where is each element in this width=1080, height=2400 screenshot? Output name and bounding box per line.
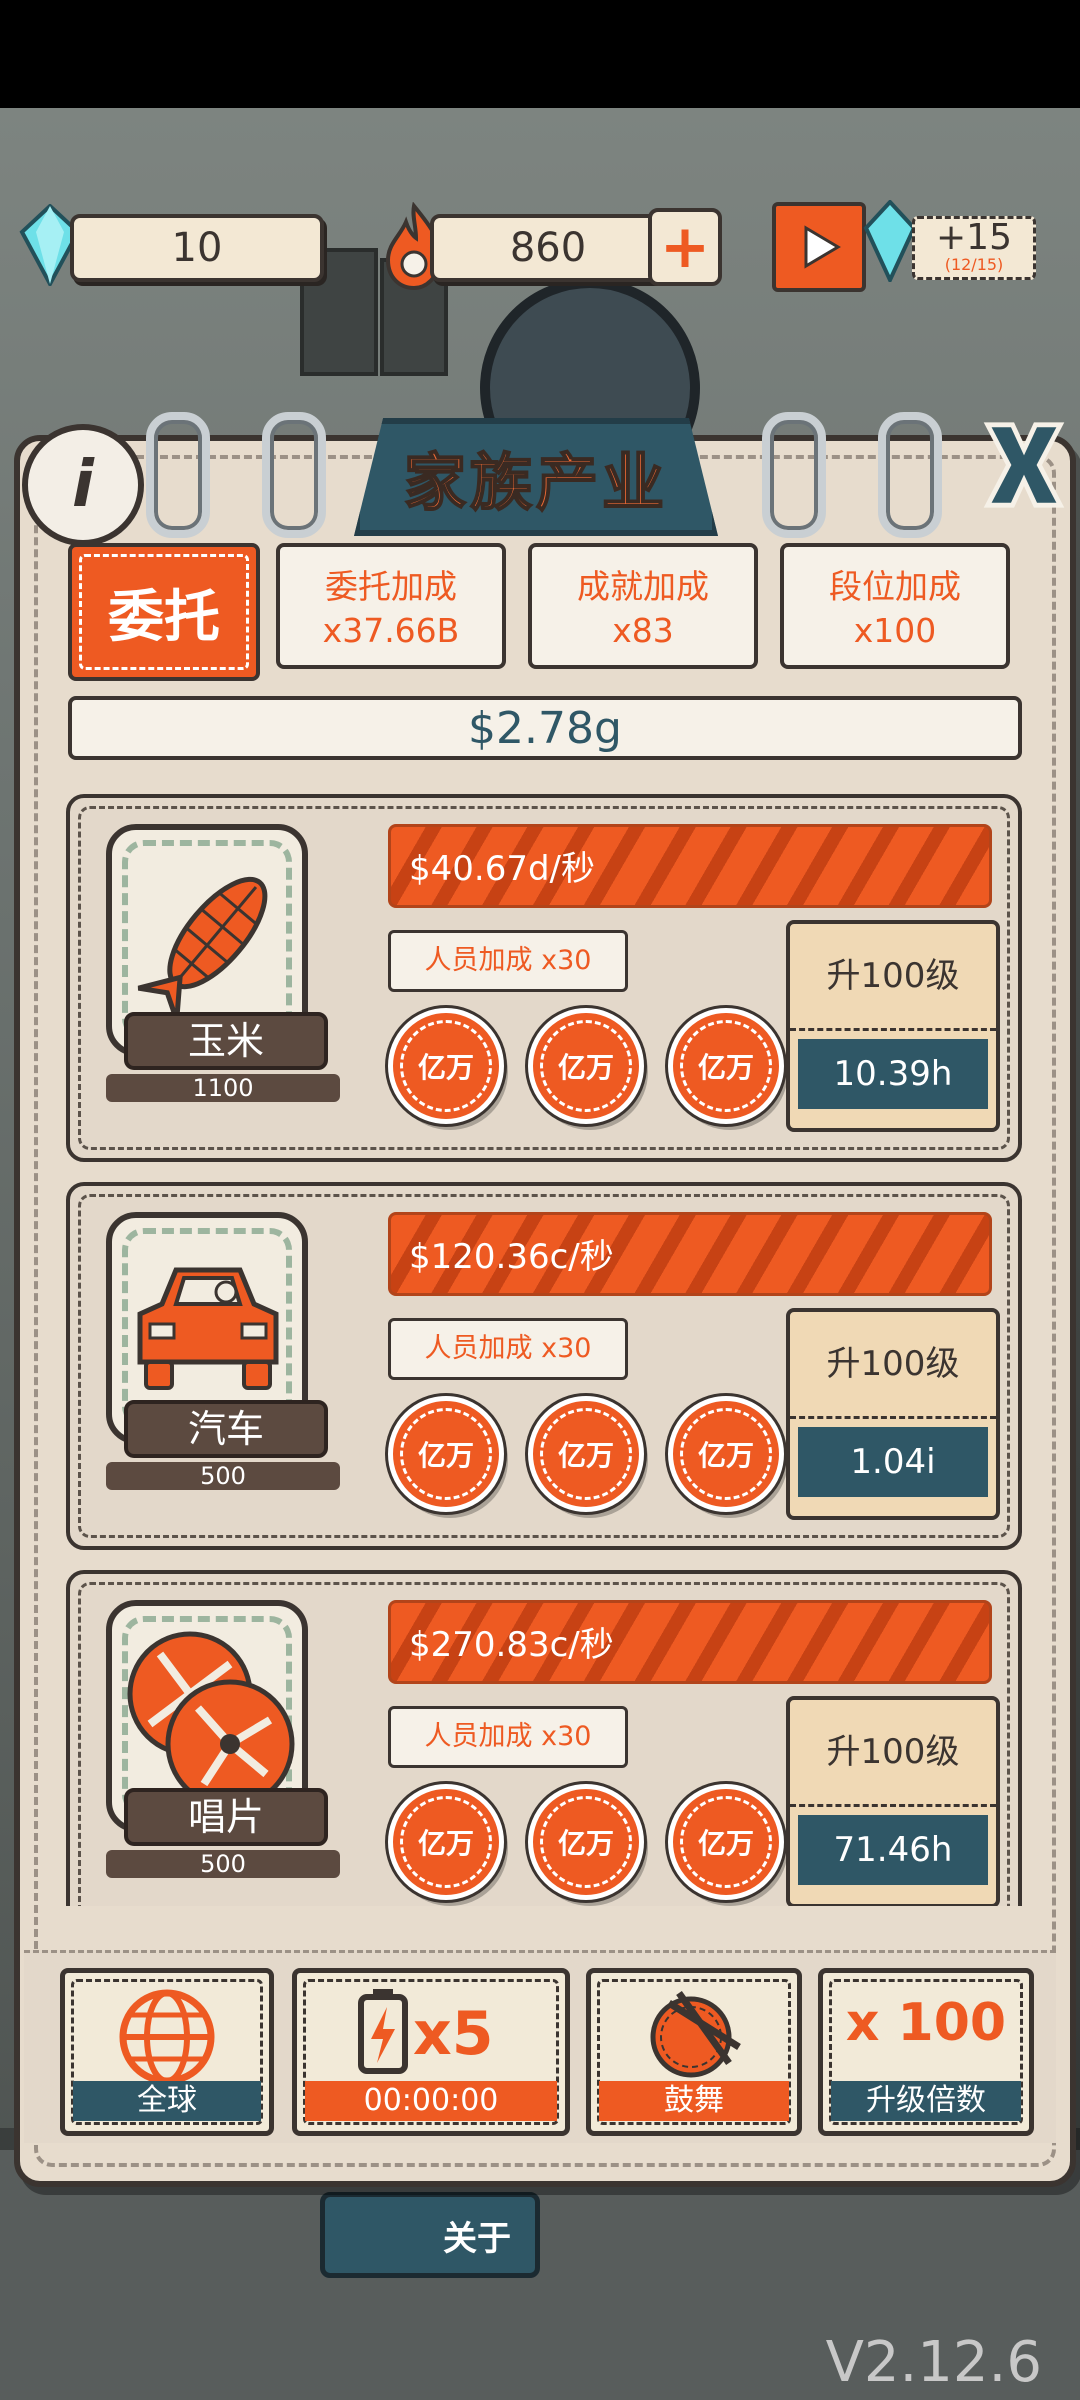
industry-list[interactable]: 玉米 1100 $40.67d/秒 人员加成 x30 亿万 亿万 亿万 升100…: [40, 780, 1040, 1906]
industry-card: 唱片 500 $270.83c/秒 人员加成 x30 亿万 亿万 亿万 升100…: [66, 1570, 1022, 1906]
about-label: 关于: [443, 2218, 511, 2259]
multiplier-label: 升级倍数: [831, 2081, 1021, 2121]
video-reward-amount: +15: [936, 217, 1012, 258]
status-bar: [0, 0, 1080, 108]
battery-icon: [358, 1989, 408, 2074]
binder-ring: [762, 412, 826, 538]
industry-level: 500: [106, 1850, 340, 1878]
gem-counter: 10: [70, 214, 324, 282]
gem-icon: [862, 199, 918, 286]
upgrade-multiplier-button[interactable]: x 100 升级倍数: [818, 1968, 1034, 2136]
upgrade-button[interactable]: 升100级 10.39h: [786, 920, 1000, 1132]
investment-coin[interactable]: 亿万: [528, 1008, 644, 1124]
coin-label: 亿万: [557, 1051, 614, 1084]
industry-name: 汽车: [124, 1400, 328, 1458]
panel-title-banner: 家族产业: [354, 418, 718, 536]
battery-timer: 00:00:00: [305, 2081, 557, 2121]
industry-level: 1100: [106, 1074, 340, 1102]
plus-icon: +: [659, 212, 711, 282]
gem-count: 10: [171, 225, 223, 271]
flame-counter: 860: [430, 214, 666, 282]
investment-coin[interactable]: 亿万: [388, 1784, 504, 1900]
delegate-label: 委托: [108, 584, 220, 650]
total-money: $2.78g: [68, 696, 1022, 760]
close-icon: [983, 422, 1065, 508]
battery-multiplier: x5: [413, 1999, 494, 2069]
drum-button[interactable]: 鼓舞: [586, 1968, 802, 2136]
globe-icon: [119, 1989, 215, 2085]
coin-label: 亿万: [697, 1827, 754, 1860]
upgrade-label: 升100级: [790, 924, 996, 1031]
total-money-value: $2.78g: [468, 702, 622, 754]
battery-boost-button[interactable]: x5 00:00:00: [292, 1968, 570, 2136]
boost-label: 委托加成: [325, 567, 457, 606]
info-button[interactable]: i: [22, 424, 144, 546]
boost-value: x83: [612, 611, 674, 650]
industry-name: 唱片: [124, 1788, 328, 1846]
version-label: V2.12.6: [825, 2330, 1042, 2395]
multiplier-value: x 100: [845, 1993, 1007, 2053]
delegate-button[interactable]: 委托: [68, 543, 260, 681]
industry-name: 玉米: [124, 1012, 328, 1070]
investment-coin[interactable]: 亿万: [388, 1396, 504, 1512]
boost-value: x100: [853, 611, 937, 650]
upgrade-time: 71.46h: [798, 1815, 988, 1885]
video-reward-count: (12/15): [944, 255, 1004, 274]
coin-label: 亿万: [417, 1051, 474, 1084]
rank-boost: 段位加成 x100: [780, 543, 1010, 669]
staff-boost: 人员加成 x30: [388, 1706, 628, 1768]
binder-ring: [146, 412, 210, 538]
investment-coin[interactable]: 亿万: [388, 1008, 504, 1124]
binder-ring: [878, 412, 942, 538]
about-sign[interactable]: 关于: [320, 2192, 540, 2278]
boost-label: 成就加成: [577, 567, 709, 606]
close-button[interactable]: [980, 410, 1068, 520]
boost-value: x37.66B: [322, 611, 460, 650]
video-reward-button[interactable]: +15 (12/15): [772, 199, 1036, 292]
coin-label: 亿万: [557, 1439, 614, 1472]
drum-label: 鼓舞: [599, 2081, 789, 2121]
global-button[interactable]: 全球: [60, 1968, 274, 2136]
income-rate-bar: $40.67d/秒: [388, 824, 992, 908]
investment-coin[interactable]: 亿万: [668, 1784, 784, 1900]
staff-boost: 人员加成 x30: [388, 1318, 628, 1380]
coin-label: 亿万: [557, 1827, 614, 1860]
coin-label: 亿万: [417, 1439, 474, 1472]
video-play-icon: [772, 202, 866, 292]
coin-label: 亿万: [417, 1827, 474, 1860]
boost-label: 段位加成: [829, 567, 961, 606]
drum-icon: [650, 1990, 741, 2078]
achievement-boost: 成就加成 x83: [528, 543, 758, 669]
coin-label: 亿万: [697, 1439, 754, 1472]
investment-coin[interactable]: 亿万: [668, 1008, 784, 1124]
industry-card: 玉米 1100 $40.67d/秒 人员加成 x30 亿万 亿万 亿万 升100…: [66, 794, 1022, 1162]
industry-level: 500: [106, 1462, 340, 1490]
income-rate-bar: $120.36c/秒: [388, 1212, 992, 1296]
panel-title: 家族产业: [403, 445, 668, 520]
car-icon: [137, 1267, 279, 1390]
upgrade-time: 10.39h: [798, 1039, 988, 1109]
income-rate-bar: $270.83c/秒: [388, 1600, 992, 1684]
upgrade-button[interactable]: 升100级 1.04i: [786, 1308, 1000, 1520]
corn-icon: [137, 876, 268, 1022]
upgrade-button[interactable]: 升100级 71.46h: [786, 1696, 1000, 1906]
upgrade-label: 升100级: [790, 1312, 996, 1419]
investment-coin[interactable]: 亿万: [528, 1396, 644, 1512]
upgrade-time: 1.04i: [798, 1427, 988, 1497]
upgrade-label: 升100级: [790, 1700, 996, 1807]
binder-ring: [262, 412, 326, 538]
add-flame-button[interactable]: +: [648, 208, 722, 286]
investment-coin[interactable]: 亿万: [668, 1396, 784, 1512]
industry-card: 汽车 500 $120.36c/秒 人员加成 x30 亿万 亿万 亿万 升100…: [66, 1182, 1022, 1550]
delegate-boost: 委托加成 x37.66B: [276, 543, 506, 669]
flame-count: 860: [509, 225, 587, 271]
info-icon: i: [72, 448, 94, 522]
global-label: 全球: [73, 2081, 261, 2121]
coin-label: 亿万: [697, 1051, 754, 1084]
investment-coin[interactable]: 亿万: [528, 1784, 644, 1900]
staff-boost: 人员加成 x30: [388, 930, 628, 992]
